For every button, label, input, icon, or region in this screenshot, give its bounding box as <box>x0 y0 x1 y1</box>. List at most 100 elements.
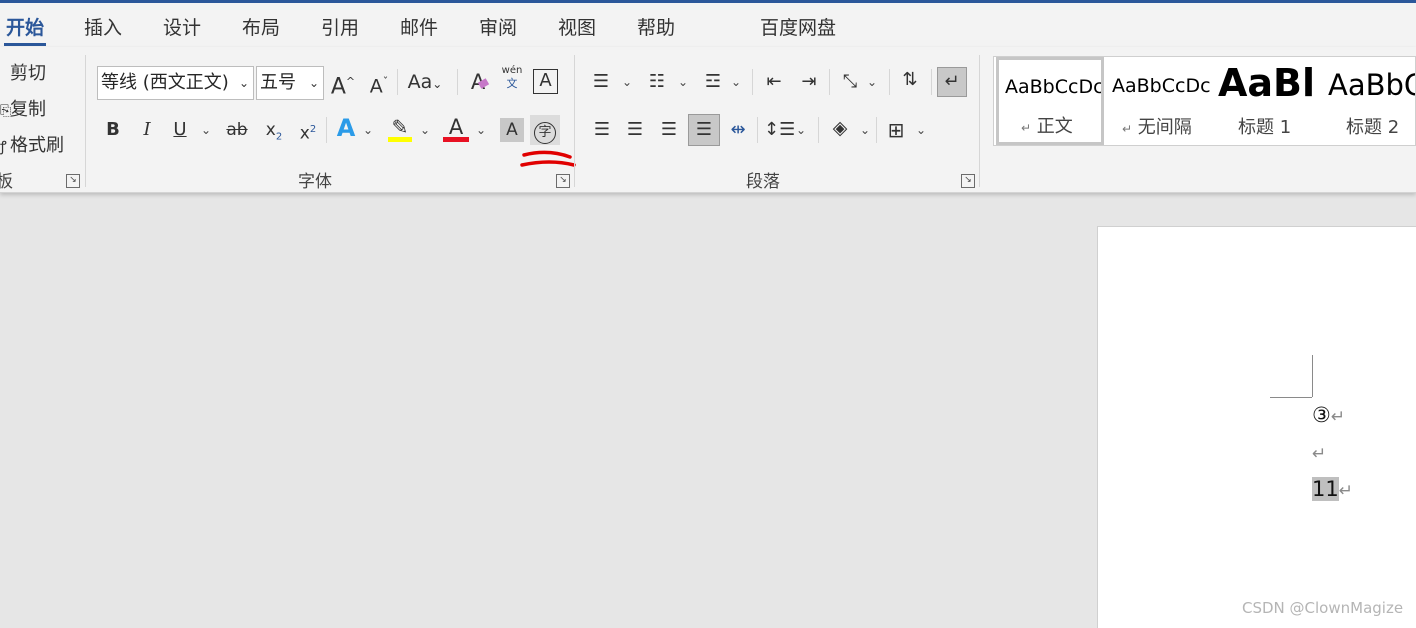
group-divider <box>85 55 86 187</box>
decrease-indent-button[interactable]: ⇤ <box>760 68 788 96</box>
tab-insert[interactable]: 插入 <box>84 13 122 40</box>
underline-button[interactable]: U <box>168 116 192 144</box>
sort-button[interactable]: ⇅ <box>895 66 925 94</box>
tab-design[interactable]: 设计 <box>163 13 201 40</box>
font-launcher-icon[interactable]: ↘ <box>556 174 570 188</box>
subscript-mark: 2 <box>275 131 283 143</box>
divider <box>326 117 327 143</box>
character-border-button[interactable]: A <box>533 69 558 94</box>
strikethrough-button[interactable]: ab <box>224 116 250 144</box>
line-spacing-icon: ↕☰ <box>764 119 796 140</box>
underline-dropdown-icon[interactable]: ⌄ <box>201 123 211 137</box>
tab-home[interactable]: 开始 <box>6 13 44 40</box>
grow-font-button[interactable]: A^ <box>330 68 356 101</box>
bullets-button[interactable]: ☰ <box>588 68 614 96</box>
shrink-font-button[interactable]: Aˇ <box>366 68 392 100</box>
style-name: 标题 2 <box>1346 117 1400 138</box>
chinese-layout-dropdown-icon[interactable]: ⌄ <box>867 75 877 89</box>
document-line[interactable]: ③↵ <box>1312 403 1345 427</box>
tab-help[interactable]: 帮助 <box>637 13 675 40</box>
text-effects-button[interactable]: A <box>333 114 359 142</box>
cut-button[interactable]: 剪切 <box>0 59 46 85</box>
paragraph-group-label: 段落 <box>746 172 780 192</box>
tab-mailings[interactable]: 邮件 <box>400 13 438 40</box>
align-center-button[interactable]: ☰ <box>622 116 648 144</box>
change-case-button[interactable]: Aa⌄ <box>403 68 447 98</box>
divider <box>818 117 819 143</box>
margin-corner-mark <box>1312 355 1313 397</box>
tab-view[interactable]: 视图 <box>558 13 596 40</box>
bold-button[interactable]: B <box>102 116 124 144</box>
subscript-button[interactable]: x2 <box>262 116 286 151</box>
numbering-dropdown-icon[interactable]: ⌄ <box>678 75 688 89</box>
font-color-dropdown-icon[interactable]: ⌄ <box>476 123 486 137</box>
phonetic-guide-button[interactable]: wén 文 <box>500 65 524 91</box>
bullets-dropdown-icon[interactable]: ⌄ <box>622 75 632 89</box>
chinese-layout-button[interactable]: ⤡ <box>835 68 865 96</box>
align-left-icon: ☰ <box>593 119 611 140</box>
font-name-value: 等线 (西文正文) <box>101 72 229 93</box>
highlight-dropdown-icon[interactable]: ⌄ <box>420 123 430 137</box>
bold-icon: B <box>106 119 120 140</box>
borders-button[interactable]: ⊞ <box>882 116 910 144</box>
line-spacing-dropdown-icon[interactable]: ⌄ <box>796 123 806 137</box>
superscript-button[interactable]: x2 <box>296 116 320 148</box>
paragraph-launcher-icon[interactable]: ↘ <box>961 174 975 188</box>
style-no-spacing[interactable]: AaBbCcDc ↵ 无间隔 <box>1104 57 1212 145</box>
format-painter-button[interactable]: ꝭ 格式刷 <box>0 131 64 157</box>
font-name-select[interactable]: 等线 (西文正文) ⌄ <box>97 66 254 100</box>
font-group-label: 字体 <box>298 172 332 192</box>
tab-review[interactable]: 审阅 <box>479 13 517 40</box>
subscript-icon: x <box>265 120 276 140</box>
align-right-button[interactable]: ☰ <box>656 116 682 144</box>
divider <box>397 69 398 95</box>
tab-references[interactable]: 引用 <box>321 13 359 40</box>
document-line[interactable]: 11↵ <box>1312 477 1353 501</box>
tab-baidu-netdisk[interactable]: 百度网盘 <box>760 13 836 40</box>
shading-button[interactable]: ◈ <box>825 114 855 142</box>
divider <box>457 69 458 95</box>
borders-dropdown-icon[interactable]: ⌄ <box>916 123 926 137</box>
style-heading-2[interactable]: AaBbC 标题 2 <box>1320 57 1415 145</box>
paragraph-mark-icon: ↵ <box>1312 444 1327 464</box>
increase-indent-button[interactable]: ⇥ <box>795 68 823 96</box>
clear-formatting-button[interactable]: A <box>464 68 492 96</box>
clipboard-launcher-icon[interactable]: ↘ <box>66 174 80 188</box>
highlighter-icon: ✎ <box>391 115 409 139</box>
style-preview: AaBbCcDc <box>1005 76 1104 98</box>
align-center-icon: ☰ <box>626 119 644 140</box>
phonetic-guide-top: wén <box>501 65 523 76</box>
active-tab-indicator <box>4 43 46 46</box>
enclose-characters-button[interactable]: 字 <box>530 115 560 145</box>
align-left-button[interactable]: ☰ <box>589 116 615 144</box>
tab-layout[interactable]: 布局 <box>242 13 280 40</box>
justify-button[interactable]: ☰ <box>688 114 720 146</box>
font-color-swatch <box>443 137 469 142</box>
multilevel-list-button[interactable]: ☲ <box>700 68 726 96</box>
font-size-select[interactable]: 五号 ⌄ <box>256 66 324 100</box>
document-line[interactable]: ↵ <box>1312 440 1326 464</box>
paragraph-mark-icon: ↵ <box>1338 481 1353 501</box>
character-shading-button[interactable]: A <box>500 118 524 142</box>
style-heading-1[interactable]: AaBl 标题 1 <box>1212 57 1320 145</box>
divider <box>889 69 890 95</box>
text-effects-dropdown-icon[interactable]: ⌄ <box>363 123 373 137</box>
style-name: 正文 <box>1036 116 1073 137</box>
numbering-button[interactable]: ☷ <box>644 68 670 96</box>
copy-button[interactable]: ⎘复制 <box>0 95 46 121</box>
italic-button[interactable]: I <box>136 116 158 144</box>
divider <box>876 117 877 143</box>
line-spacing-button[interactable]: ↕☰ <box>764 116 796 144</box>
style-normal[interactable]: AaBbCcDc ↵ 正文 <box>996 57 1104 145</box>
document-page[interactable]: ③↵ ↵ 11↵ <box>1097 226 1416 628</box>
italic-icon: I <box>143 119 151 140</box>
show-paragraph-marks-button[interactable]: ↵ <box>937 67 967 97</box>
distributed-button[interactable]: ⇹ <box>724 116 752 144</box>
numbering-icon: ☷ <box>648 71 666 92</box>
paint-bucket-icon: ◈ <box>832 117 848 139</box>
shading-dropdown-icon[interactable]: ⌄ <box>860 123 870 137</box>
borders-icon: ⊞ <box>887 118 905 142</box>
multilevel-dropdown-icon[interactable]: ⌄ <box>731 75 741 89</box>
divider <box>757 117 758 143</box>
divider <box>931 69 932 95</box>
